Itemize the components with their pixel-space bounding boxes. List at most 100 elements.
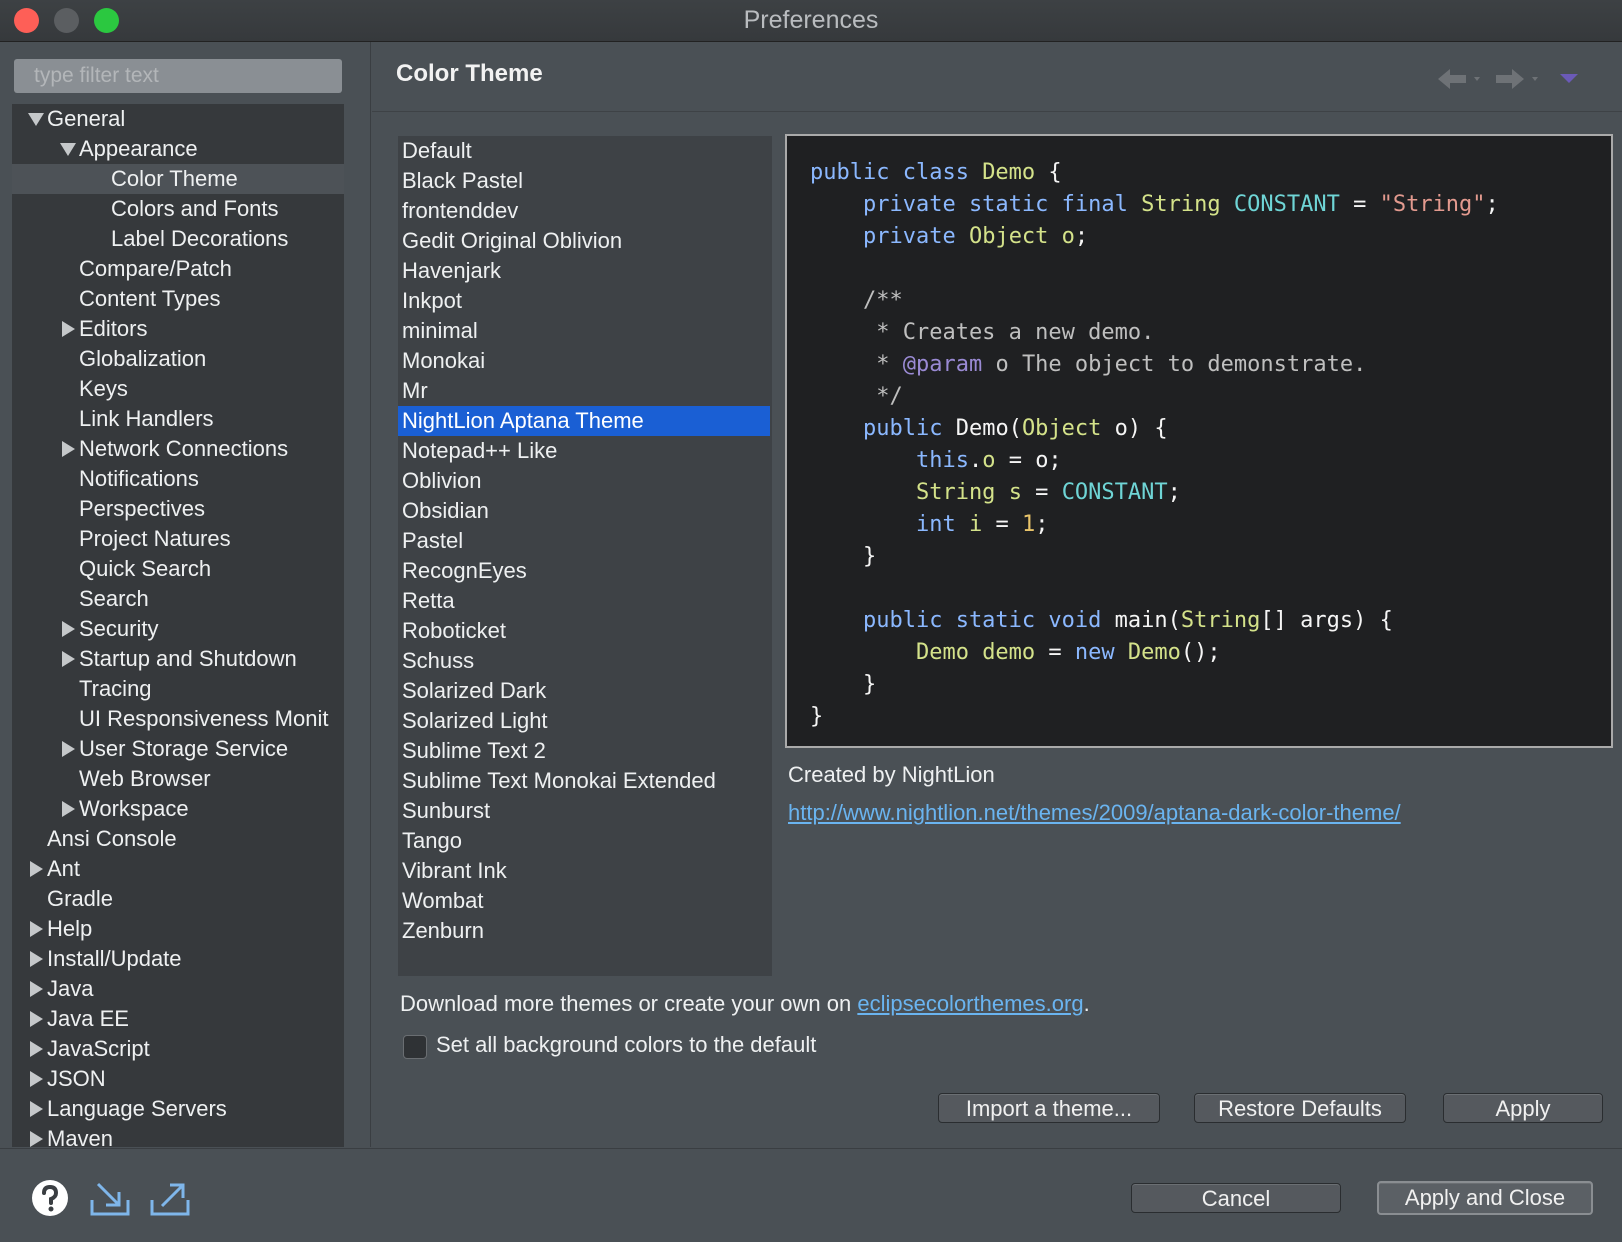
- tree-item[interactable]: JavaScript: [12, 1034, 344, 1064]
- theme-list-item[interactable]: Obsidian: [398, 496, 770, 526]
- collapsed-arrow-icon[interactable]: [30, 1011, 43, 1027]
- eclipsecolorthemes-link[interactable]: eclipsecolorthemes.org: [857, 991, 1083, 1016]
- theme-list-item[interactable]: Schuss: [398, 646, 770, 676]
- theme-list-item[interactable]: Roboticket: [398, 616, 770, 646]
- theme-url-link[interactable]: http://www.nightlion.net/themes/2009/apt…: [788, 800, 1401, 826]
- tree-item[interactable]: Appearance: [12, 134, 344, 164]
- tree-item[interactable]: Java EE: [12, 1004, 344, 1034]
- theme-list-item[interactable]: Zenburn: [398, 916, 770, 946]
- tree-item[interactable]: Web Browser: [12, 764, 344, 794]
- collapsed-arrow-icon[interactable]: [62, 321, 75, 337]
- cancel-button[interactable]: Cancel: [1131, 1183, 1341, 1213]
- collapsed-arrow-icon[interactable]: [30, 1041, 43, 1057]
- tree-item-label: Appearance: [79, 136, 198, 161]
- apply-and-close-button[interactable]: Apply and Close: [1377, 1181, 1593, 1215]
- apply-button[interactable]: Apply: [1443, 1093, 1603, 1123]
- theme-list-item[interactable]: Black Pastel: [398, 166, 770, 196]
- collapsed-arrow-icon[interactable]: [30, 981, 43, 997]
- tree-item[interactable]: Network Connections: [12, 434, 344, 464]
- view-menu-icon[interactable]: [1560, 74, 1578, 83]
- theme-list-item[interactable]: RecognEyes: [398, 556, 770, 586]
- help-icon[interactable]: [30, 1178, 70, 1218]
- tree-item[interactable]: Startup and Shutdown: [12, 644, 344, 674]
- tree-item[interactable]: Search: [12, 584, 344, 614]
- collapsed-arrow-icon[interactable]: [62, 651, 75, 667]
- tree-item[interactable]: Quick Search: [12, 554, 344, 584]
- tree-item[interactable]: Install/Update: [12, 944, 344, 974]
- theme-list-item[interactable]: Notepad++ Like: [398, 436, 770, 466]
- tree-item[interactable]: Compare/Patch: [12, 254, 344, 284]
- tree-item[interactable]: Language Servers: [12, 1094, 344, 1124]
- theme-list-item[interactable]: Tango: [398, 826, 770, 856]
- import-preferences-icon[interactable]: [88, 1178, 132, 1218]
- theme-list-item[interactable]: Havenjark: [398, 256, 770, 286]
- collapsed-arrow-icon[interactable]: [30, 1071, 43, 1087]
- collapsed-arrow-icon[interactable]: [62, 741, 75, 757]
- left-panel: type filter text General Appearance Color …: [0, 42, 371, 1147]
- code-token: *: [810, 352, 903, 377]
- theme-list-item[interactable]: Inkpot: [398, 286, 770, 316]
- theme-list-item[interactable]: Wombat: [398, 886, 770, 916]
- theme-list-item[interactable]: Default: [398, 136, 770, 166]
- tree-item[interactable]: Tracing: [12, 674, 344, 704]
- collapsed-arrow-icon[interactable]: [62, 621, 75, 637]
- theme-list-item[interactable]: Sublime Text Monokai Extended: [398, 766, 770, 796]
- tree-item[interactable]: Ansi Console: [12, 824, 344, 854]
- theme-list-item[interactable]: Gedit Original Oblivion: [398, 226, 770, 256]
- theme-list-item[interactable]: Solarized Light: [398, 706, 770, 736]
- tree-item[interactable]: Workspace: [12, 794, 344, 824]
- theme-list-item[interactable]: NightLion Aptana Theme: [398, 406, 770, 436]
- filter-input[interactable]: type filter text: [14, 59, 342, 93]
- tree-item[interactable]: Link Handlers: [12, 404, 344, 434]
- tree-item[interactable]: JSON: [12, 1064, 344, 1094]
- tree-item[interactable]: Color Theme: [12, 164, 344, 194]
- tree-item[interactable]: Project Natures: [12, 524, 344, 554]
- collapsed-arrow-icon[interactable]: [62, 441, 75, 457]
- theme-list-item[interactable]: Retta: [398, 586, 770, 616]
- theme-list-item[interactable]: Solarized Dark: [398, 676, 770, 706]
- tree-item[interactable]: Help: [12, 914, 344, 944]
- tree-item[interactable]: Colors and Fonts: [12, 194, 344, 224]
- back-arrow-icon[interactable]: [1438, 69, 1480, 89]
- tree-item[interactable]: Ant: [12, 854, 344, 884]
- tree-item[interactable]: Label Decorations: [12, 224, 344, 254]
- expanded-arrow-icon[interactable]: [28, 113, 44, 126]
- tree-item[interactable]: Maven: [12, 1124, 344, 1147]
- expanded-arrow-icon[interactable]: [60, 143, 76, 156]
- theme-list-item[interactable]: Oblivion: [398, 466, 770, 496]
- tree-item[interactable]: Security: [12, 614, 344, 644]
- tree-item[interactable]: Notifications: [12, 464, 344, 494]
- export-preferences-icon[interactable]: [148, 1178, 192, 1218]
- tree-item[interactable]: Editors: [12, 314, 344, 344]
- import-theme-button[interactable]: Import a theme...: [938, 1093, 1160, 1123]
- theme-list-item[interactable]: Pastel: [398, 526, 770, 556]
- collapsed-arrow-icon[interactable]: [30, 1101, 43, 1117]
- code-token: main(: [1114, 608, 1181, 633]
- collapsed-arrow-icon[interactable]: [30, 951, 43, 967]
- tree-item[interactable]: Content Types: [12, 284, 344, 314]
- theme-list-item[interactable]: Sublime Text 2: [398, 736, 770, 766]
- theme-list-item[interactable]: minimal: [398, 316, 770, 346]
- tree-item-label: Language Servers: [47, 1096, 227, 1121]
- theme-list-item[interactable]: Sunburst: [398, 796, 770, 826]
- tree-item[interactable]: Perspectives: [12, 494, 344, 524]
- collapsed-arrow-icon[interactable]: [30, 921, 43, 937]
- background-default-checkbox[interactable]: [403, 1035, 427, 1059]
- forward-arrow-icon[interactable]: [1496, 69, 1538, 89]
- tree-item[interactable]: Globalization: [12, 344, 344, 374]
- restore-defaults-button[interactable]: Restore Defaults: [1194, 1093, 1406, 1123]
- tree-item[interactable]: User Storage Service: [12, 734, 344, 764]
- theme-list-item[interactable]: Mr: [398, 376, 770, 406]
- collapsed-arrow-icon[interactable]: [30, 1131, 43, 1147]
- tree-item[interactable]: Keys: [12, 374, 344, 404]
- theme-list-item[interactable]: Vibrant Ink: [398, 856, 770, 886]
- tree-item[interactable]: General: [12, 104, 344, 134]
- collapsed-arrow-icon[interactable]: [30, 861, 43, 877]
- collapsed-arrow-icon[interactable]: [62, 801, 75, 817]
- theme-list-item[interactable]: Monokai: [398, 346, 770, 376]
- tree-item[interactable]: Java: [12, 974, 344, 1004]
- code-token: CONSTANT: [1061, 480, 1168, 505]
- tree-item[interactable]: Gradle: [12, 884, 344, 914]
- theme-list-item[interactable]: frontenddev: [398, 196, 770, 226]
- tree-item[interactable]: UI Responsiveness Monit: [12, 704, 344, 734]
